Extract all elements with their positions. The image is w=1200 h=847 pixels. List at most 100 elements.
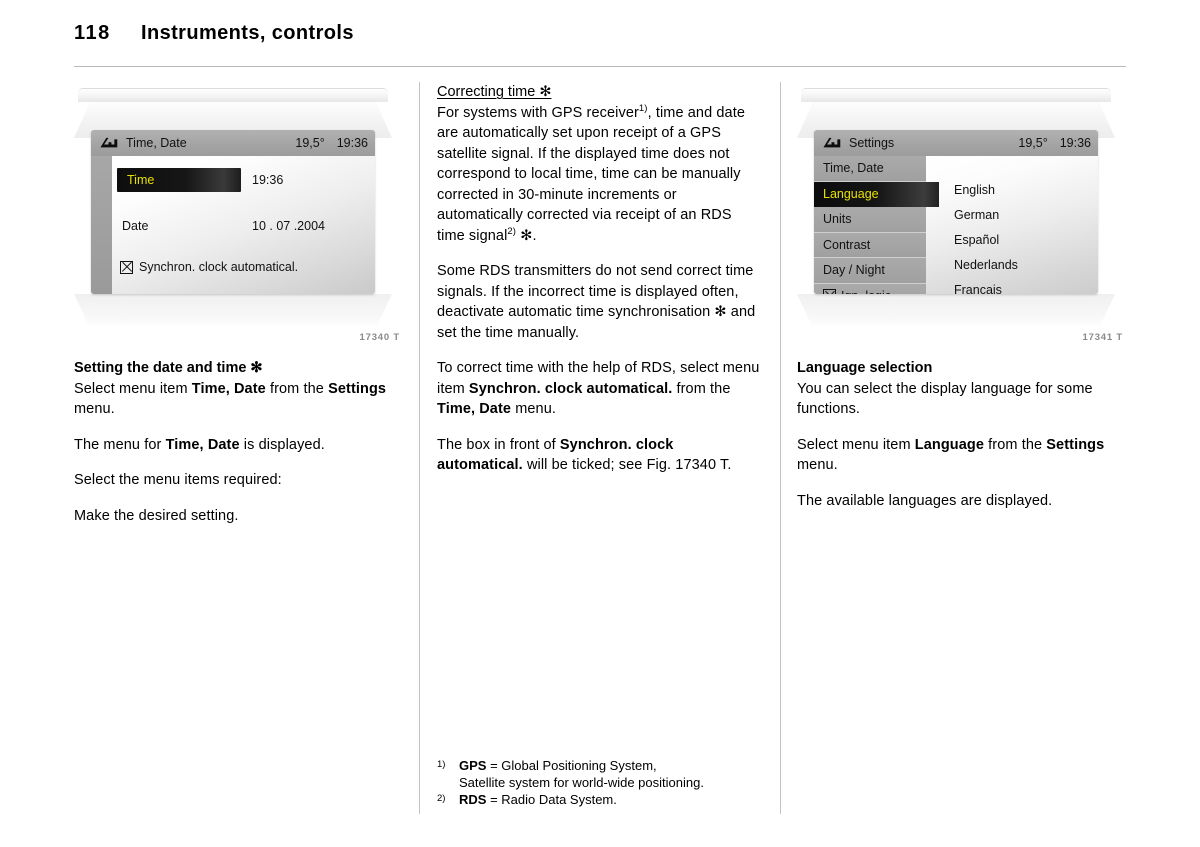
display-bezel: Time, Date 19,5° 19:36 Time 19:36 Date 1… (74, 88, 392, 328)
text-run-bold: Settings (328, 380, 387, 397)
selection-highlight: Time (117, 168, 241, 192)
row-time-label: Time (127, 173, 155, 187)
text-run: is displayed. (239, 436, 325, 453)
text-run: The box in front of (437, 436, 560, 453)
text-run: menu. (797, 457, 838, 473)
text-run: ✻. (516, 227, 537, 244)
language-option-espanol[interactable]: Español (954, 233, 999, 247)
right-heading: Language selection (797, 360, 933, 376)
middle-column-text: Correcting time ✻ For systems with GPS r… (437, 82, 761, 491)
page-number: 118 (74, 22, 111, 44)
lcd-screen-settings: Settings 19,5° 19:36 Time, Date Language… (814, 130, 1098, 294)
row-time-value: 19:36 (252, 173, 284, 187)
footnote-term: GPS (459, 758, 487, 773)
footnote-marker: 1) (437, 759, 446, 770)
text-run: from the (984, 436, 1047, 453)
figure-settings: Settings 19,5° 19:36 Time, Date Language… (797, 88, 1127, 343)
middle-paragraph-3: To correct time with the help of RDS, se… (437, 358, 761, 420)
audio-nav-unit-icon (822, 136, 841, 150)
row-synchron-clock-label: Synchron. clock automatical. (139, 260, 299, 274)
figure-caption: 17340 T (359, 332, 400, 343)
outside-temperature: 19,5° (295, 136, 325, 150)
footnote-1-line2: Satellite system for world-wide position… (459, 775, 704, 790)
text-run: menu. (74, 401, 115, 417)
footnote-text: = Radio Data System. (486, 792, 617, 807)
text-run: The menu for (74, 436, 166, 453)
bezel-top-edge (801, 88, 1111, 103)
menu-item-label: Language (823, 187, 879, 202)
row-date-value: 10 . 07 .2004 (252, 219, 325, 233)
language-option-nederlands[interactable]: Nederlands (954, 258, 1018, 272)
row-time[interactable]: Time 19:36 (112, 168, 375, 192)
footnote-1: 1) GPS = Global Positioning System, (437, 757, 767, 774)
bezel-lower-face (74, 294, 392, 328)
text-run: Select menu item (797, 436, 915, 453)
lcd-screen-time-date: Time, Date 19,5° 19:36 Time 19:36 Date 1… (91, 130, 375, 294)
screen-title: Time, Date (126, 136, 187, 150)
checkbox-checked-icon[interactable] (823, 289, 836, 294)
menu-item-label: Ign. logic (841, 289, 891, 294)
menu-item-language[interactable]: Language (814, 181, 939, 207)
left-paragraph-4: Make the desired setting. (74, 507, 239, 524)
text-run: menu. (511, 401, 557, 417)
figure-caption: 17341 T (1082, 332, 1123, 343)
footnote-marker: 2) (437, 793, 446, 804)
footnote-ref-2: 2) (507, 225, 517, 237)
figure-time-date: Time, Date 19,5° 19:36 Time 19:36 Date 1… (74, 88, 404, 343)
menu-item-time-date[interactable]: Time, Date (814, 156, 926, 182)
outside-temperature: 19,5° (1018, 136, 1048, 150)
menu-item-ign-logic[interactable]: Ign. logic (814, 283, 926, 294)
text-run: Select menu item (74, 380, 192, 397)
text-run-bold: Language (914, 436, 985, 453)
menu-item-label: Time, Date (823, 161, 884, 176)
left-heading: Setting the date and time ✻ (74, 360, 263, 376)
time-date-pane: Time 19:36 Date 10 . 07 .2004 Synchron. … (112, 156, 375, 294)
text-run-bold: Time, Date (437, 401, 512, 417)
display-bezel: Settings 19,5° 19:36 Time, Date Language… (797, 88, 1115, 328)
screen-content: Time 19:36 Date 10 . 07 .2004 Synchron. … (91, 156, 375, 294)
footnote-2: 2) RDS = Radio Data System. (437, 791, 767, 808)
left-paragraph-3: Select the menu items required: (74, 472, 282, 488)
bezel-top-edge (78, 88, 388, 103)
menu-item-day-night[interactable]: Day / Night (814, 258, 926, 284)
screen-title-bar: Settings 19,5° 19:36 (814, 130, 1098, 156)
menu-item-label: Contrast (823, 237, 871, 252)
footnote-term: RDS (459, 792, 487, 807)
text-run: , time and date are automatically set up… (437, 104, 745, 244)
text-run: from the (265, 380, 329, 397)
language-option-francais[interactable]: Français (954, 283, 1002, 294)
text-run-bold: Time, Date (165, 436, 240, 453)
right-paragraph-3: The available languages are displayed. (797, 492, 1053, 509)
page-header: 118 Instruments, controls (74, 22, 1126, 64)
text-run-bold: Settings (1046, 436, 1105, 453)
audio-nav-unit-icon (99, 136, 118, 150)
menu-item-contrast[interactable]: Contrast (814, 232, 926, 258)
footnotes: 1) GPS = Global Positioning System, Satel… (437, 757, 767, 808)
menu-item-units[interactable]: Units (814, 207, 926, 233)
screen-side-rail (91, 156, 112, 294)
text-run-bold: Synchron. clock automatical. (468, 380, 673, 397)
text-run: from the (672, 380, 731, 397)
column-divider-right (780, 82, 781, 814)
row-synchron-clock[interactable]: Synchron. clock automatical. (120, 260, 298, 274)
text-run-bold: Time, Date (191, 380, 266, 397)
column-divider-left (419, 82, 420, 814)
settings-menu-list: Time, Date Language Units Contrast Day /… (814, 156, 939, 294)
header-divider (74, 66, 1126, 67)
screen-title: Settings (849, 136, 895, 150)
menu-item-label: Units (823, 212, 852, 227)
left-paragraph-2: The menu for Time, Date is displayed. (74, 435, 398, 456)
right-paragraph-2: Select menu item Language from the Setti… (797, 435, 1121, 476)
row-date-label: Date (122, 219, 149, 233)
right-column-text: Language selection You can select the di… (797, 358, 1121, 526)
menu-item-label: Day / Night (823, 263, 885, 278)
left-column-text: Setting the date and time ✻ Select menu … (74, 358, 398, 541)
row-date[interactable]: Date 10 . 07 .2004 (112, 214, 375, 238)
footnote-ref-1: 1) (638, 102, 648, 114)
language-option-english[interactable]: English (954, 183, 995, 197)
language-option-german[interactable]: German (954, 208, 999, 222)
text-run: will be ticked; see Fig. 17340 T. (522, 457, 732, 473)
left-paragraph-1: Select menu item Time, Date from the Set… (74, 379, 398, 420)
checkbox-checked-icon[interactable] (120, 260, 133, 274)
screen-content: Time, Date Language Units Contrast Day /… (814, 156, 1098, 294)
